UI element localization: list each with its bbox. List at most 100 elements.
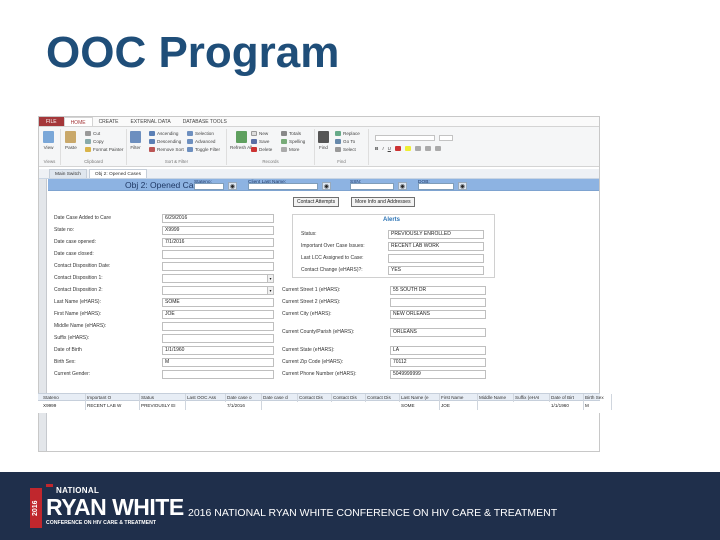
contact-disposition-2-combo[interactable]: ▾ (162, 286, 274, 295)
date-added-field[interactable]: 6/29/2016 (162, 214, 274, 223)
copy-button[interactable]: Copy (85, 139, 104, 144)
font-size-box[interactable] (439, 135, 453, 141)
align-left-icon[interactable] (414, 146, 421, 151)
table-cell[interactable]: 7/1/2016 (226, 402, 262, 410)
delete-record-button[interactable]: Delete (251, 147, 272, 152)
column-header[interactable]: Date case o (226, 394, 262, 402)
column-header[interactable]: Stateno (42, 394, 86, 402)
state-field[interactable]: LA (390, 346, 486, 355)
last-name-search-input[interactable] (248, 183, 318, 190)
dob-field[interactable]: 1/1/1960 (162, 346, 274, 355)
descending-button[interactable]: Descending (149, 139, 181, 144)
highlight-icon[interactable] (404, 146, 411, 151)
tab-database-tools[interactable]: DATABASE TOOLS (177, 117, 233, 126)
tab-external-data[interactable]: EXTERNAL DATA (124, 117, 176, 126)
column-header[interactable]: Contact Dis (332, 394, 366, 402)
current-gender-field[interactable] (162, 370, 274, 379)
table-cell[interactable]: RECENT LAB W (86, 402, 140, 410)
city-field[interactable]: NEW ORLEANS (390, 310, 486, 319)
font-size-field[interactable] (439, 135, 453, 141)
stateno-search-input[interactable] (194, 183, 224, 190)
font-name-field[interactable] (375, 135, 435, 141)
font-name-box[interactable] (375, 135, 435, 141)
column-header[interactable]: Last Name (e (400, 394, 440, 402)
chevron-down-icon[interactable]: ▾ (267, 275, 273, 282)
tab-home[interactable]: HOME (63, 117, 93, 126)
table-cell[interactable]: X9999 (42, 402, 86, 410)
column-header[interactable]: Suffix (eHAI (514, 394, 550, 402)
column-header[interactable]: Important O (86, 394, 140, 402)
binoculars-icon[interactable]: ◉ (458, 182, 467, 190)
column-header[interactable]: Middle Name (478, 394, 514, 402)
goto-button[interactable]: Go To (335, 139, 355, 144)
italic-icon[interactable]: I (382, 146, 383, 151)
doctab-main-switch[interactable]: Main Switch (49, 169, 87, 178)
table-cell[interactable]: JOE (440, 402, 478, 410)
birth-sex-field[interactable]: M (162, 358, 274, 367)
last-name-field[interactable]: SOME (162, 298, 274, 307)
column-header[interactable]: Date of Birt (550, 394, 584, 402)
refresh-all-button[interactable]: Refresh All (230, 131, 252, 150)
ssn-search-input[interactable] (350, 183, 394, 190)
table-cell[interactable]: M (584, 402, 612, 410)
table-cell[interactable]: 1/1/1960 (550, 402, 584, 410)
first-name-field[interactable]: JOE (162, 310, 274, 319)
font-color-icon[interactable] (394, 146, 401, 151)
toggle-filter-button[interactable]: Toggle Filter (187, 147, 220, 152)
suffix-field[interactable] (162, 334, 274, 343)
table-row[interactable]: X9999 RECENT LAB W PREVIOUSLY EI 7/1/2016 SO… (38, 402, 612, 410)
totals-button[interactable]: Totals (281, 131, 301, 136)
dob-search-input[interactable] (418, 183, 454, 190)
column-header[interactable]: First Name (440, 394, 478, 402)
column-header[interactable]: Contact Dis (298, 394, 332, 402)
new-record-button[interactable]: New (251, 131, 268, 136)
contact-change-field[interactable]: YES (388, 266, 484, 275)
select-button[interactable]: Select (335, 147, 356, 152)
street-1-field[interactable]: 55 SOUTH DR (390, 286, 486, 295)
street-2-field[interactable] (390, 298, 486, 307)
phone-field[interactable]: 5049999999 (390, 370, 486, 379)
spelling-button[interactable]: Spelling (281, 139, 305, 144)
more-info-button[interactable]: More Info and Addresses (351, 197, 415, 207)
contact-disposition-date-field[interactable] (162, 262, 274, 271)
tab-create[interactable]: CREATE (93, 117, 125, 126)
important-issues-field[interactable]: RECENT LAB WORK (388, 242, 484, 251)
bold-icon[interactable]: B (375, 146, 378, 151)
align-right-icon[interactable] (434, 146, 441, 151)
view-button[interactable]: View (43, 131, 54, 150)
underline-icon[interactable]: U (388, 146, 391, 151)
selection-button[interactable]: Selection (187, 131, 214, 136)
ascending-button[interactable]: Ascending (149, 131, 178, 136)
find-button[interactable]: Find (318, 131, 329, 150)
last-lcc-field[interactable] (388, 254, 484, 263)
replace-button[interactable]: Replace (335, 131, 360, 136)
format-painter-button[interactable]: Format Painter (85, 147, 123, 152)
table-cell[interactable]: SOME (400, 402, 440, 410)
paste-button[interactable]: Paste (65, 131, 77, 150)
county-field[interactable]: ORLEANS (390, 328, 486, 337)
date-opened-field[interactable]: 7/1/2016 (162, 238, 274, 247)
status-field[interactable]: PREVIOUSLY ENROLLED (388, 230, 484, 239)
stateno-field[interactable]: X9999 (162, 226, 274, 235)
tab-file[interactable]: FILE (39, 117, 64, 126)
column-header[interactable]: Last OOC Ass (186, 394, 226, 402)
middle-name-field[interactable] (162, 322, 274, 331)
binoculars-icon[interactable]: ◉ (398, 182, 407, 190)
align-center-icon[interactable] (424, 146, 431, 151)
column-header[interactable]: Date case cl (262, 394, 298, 402)
binoculars-icon[interactable]: ◉ (322, 182, 331, 190)
more-button[interactable]: More (281, 147, 299, 152)
advanced-button[interactable]: Advanced (187, 139, 215, 144)
save-record-button[interactable]: Save (251, 139, 269, 144)
table-cell[interactable]: PREVIOUSLY EI (140, 402, 186, 410)
date-closed-field[interactable] (162, 250, 274, 259)
zip-field[interactable]: 70112 (390, 358, 486, 367)
binoculars-icon[interactable]: ◉ (228, 182, 237, 190)
contact-attempts-button[interactable]: Contact Attempts (293, 197, 340, 207)
chevron-down-icon[interactable]: ▾ (267, 287, 273, 294)
cut-button[interactable]: Cut (85, 131, 100, 136)
contact-disposition-1-combo[interactable]: ▾ (162, 274, 274, 283)
column-header[interactable]: Contact Dis (366, 394, 400, 402)
column-header[interactable]: Status (140, 394, 186, 402)
column-header[interactable]: Birth Sex (584, 394, 612, 402)
